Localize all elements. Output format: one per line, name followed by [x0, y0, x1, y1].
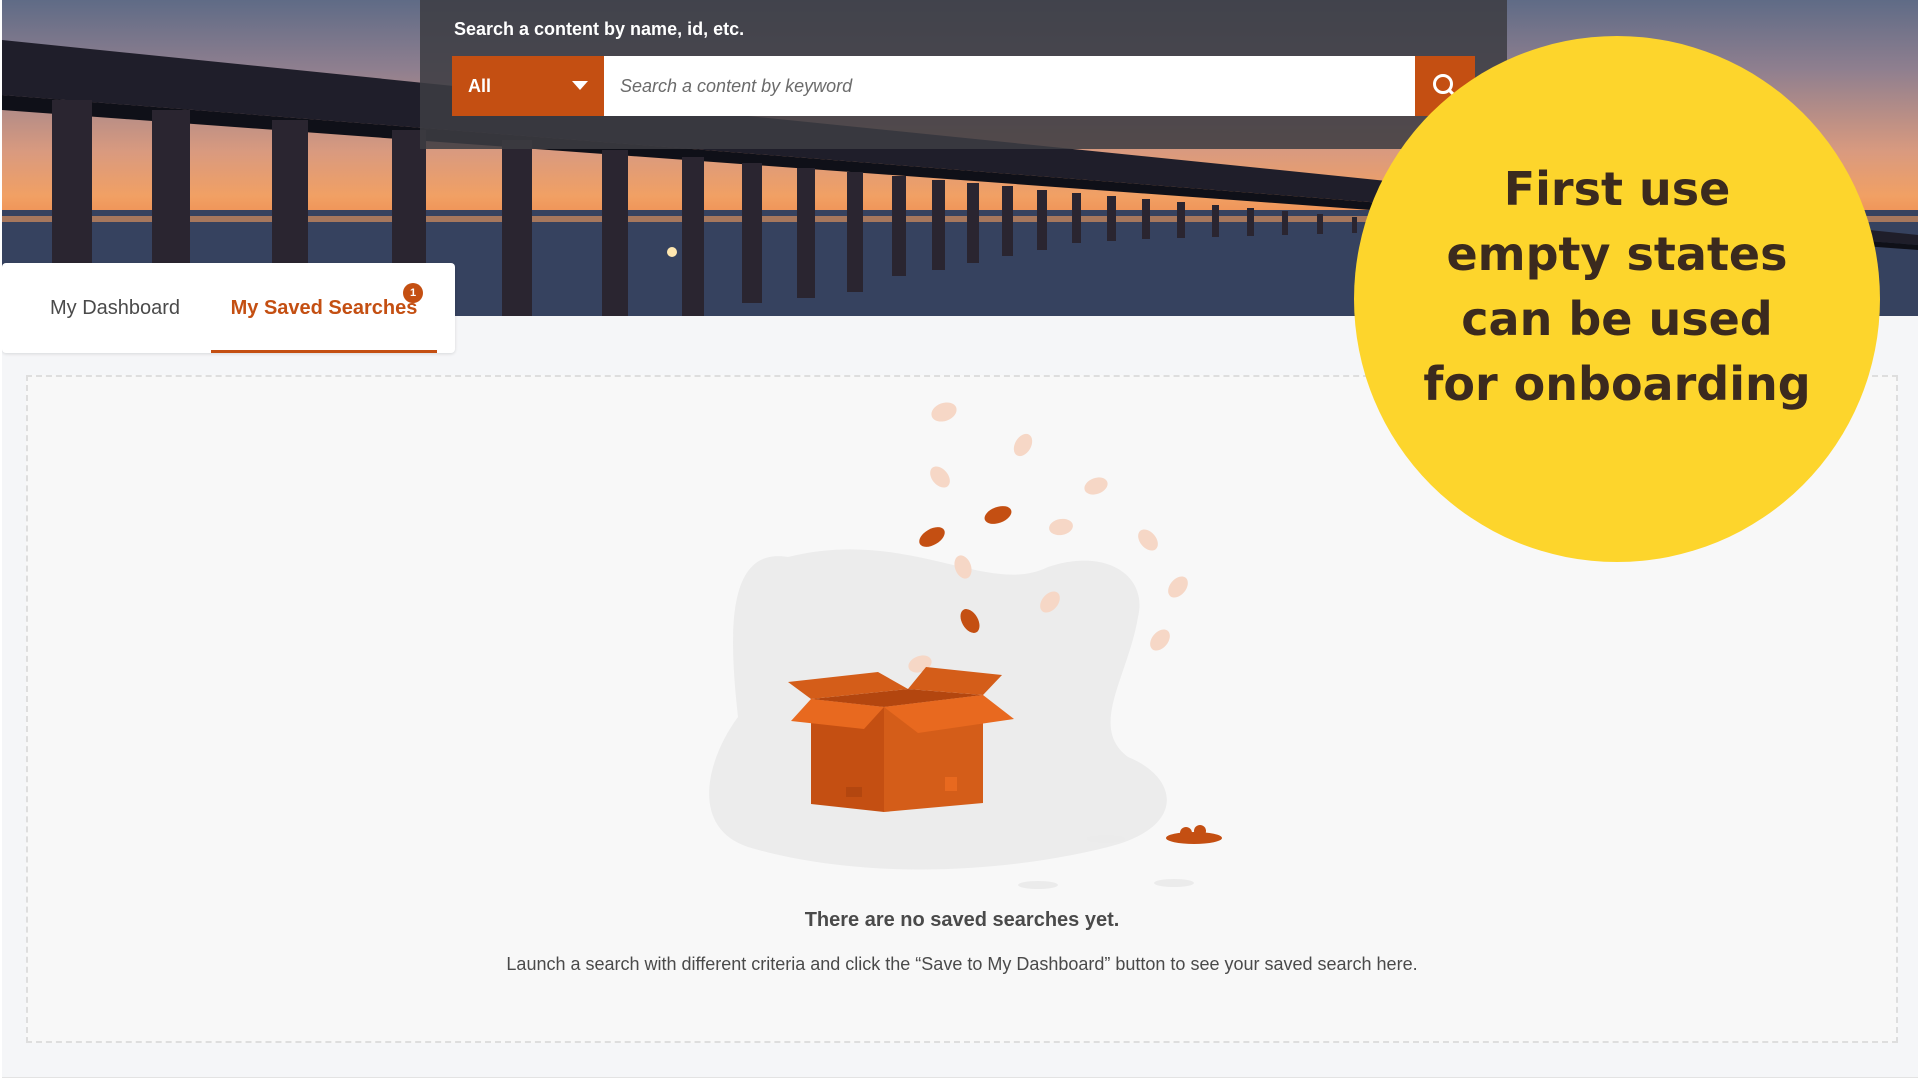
scope-select-value: All — [468, 75, 492, 96]
tab-label: My Saved Searches — [230, 296, 418, 319]
search-caption: Search a content by name, id, etc. — [454, 19, 745, 39]
caret-down-icon — [572, 81, 588, 90]
search-panel: Search a content by name, id, etc. All — [420, 0, 1507, 149]
search-input[interactable] — [604, 56, 1415, 116]
tab-label: My Dashboard — [50, 296, 181, 319]
tab-my-saved-searches[interactable]: My Saved Searches 1 — [211, 263, 437, 353]
empty-state-description: Launch a search with different criteria … — [506, 954, 1418, 974]
tab-my-dashboard[interactable]: My Dashboard — [50, 263, 180, 353]
app-page: Search a content by name, id, etc. All M… — [2, 0, 1918, 1078]
tab-bar: My Dashboard My Saved Searches 1 — [2, 263, 455, 353]
count-badge: 1 — [403, 283, 423, 303]
empty-state-title: There are no saved searches yet. — [804, 909, 1120, 931]
callout-text: First use empty states can be used for o… — [1423, 162, 1811, 411]
active-tab-indicator — [211, 350, 437, 353]
onboarding-callout: First use empty states can be used for o… — [1354, 36, 1880, 562]
scope-select[interactable]: All — [452, 56, 604, 116]
